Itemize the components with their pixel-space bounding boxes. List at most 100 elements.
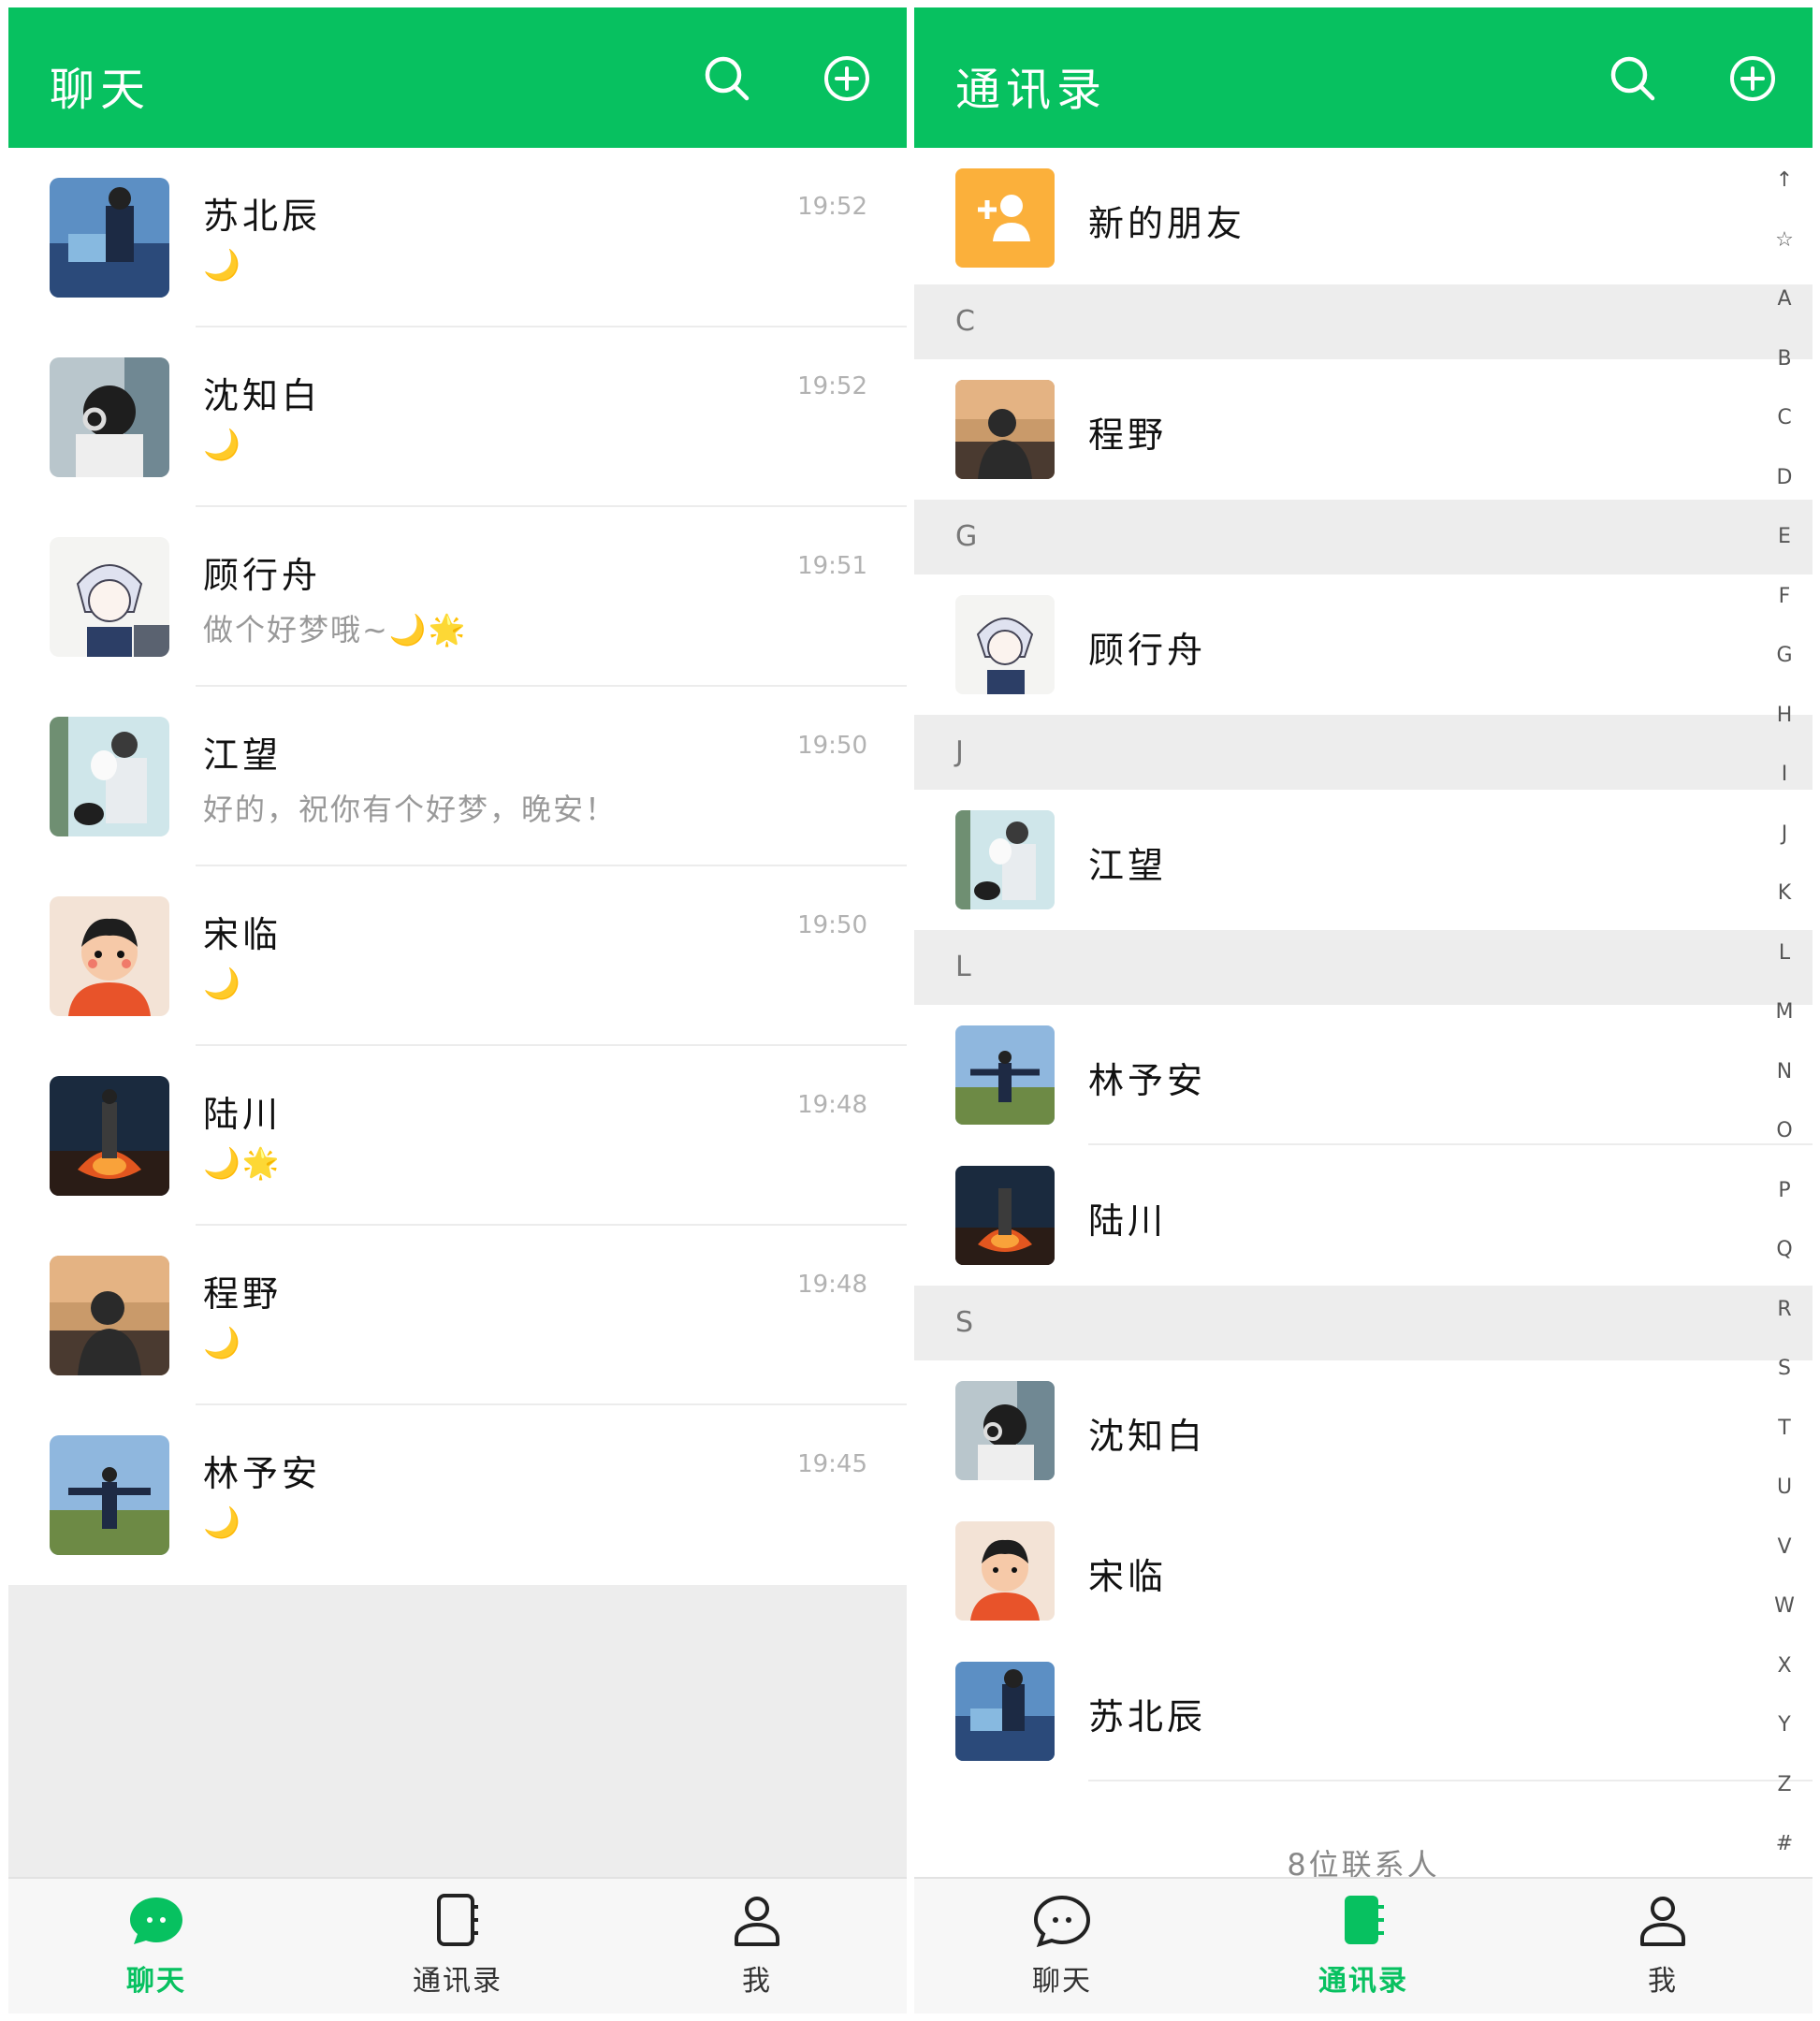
section-letter: C	[955, 305, 975, 338]
contact-item-chengye[interactable]: 程野	[914, 359, 1813, 500]
index-letter[interactable]: O	[1766, 1117, 1803, 1177]
plus-circle-icon[interactable]	[1728, 54, 1777, 103]
bottom-tab-bar: 聊天 通讯录 我	[8, 1877, 907, 2014]
tab-chat[interactable]: 聊天	[968, 1879, 1156, 2014]
index-letter[interactable]: P	[1766, 1177, 1803, 1237]
chat-item-linyuan[interactable]: 林予安 19:45 🌙	[8, 1405, 907, 1585]
index-letter[interactable]: M	[1766, 998, 1803, 1058]
index-letter[interactable]: U	[1766, 1474, 1803, 1534]
contacts-top-bar: 通讯录	[914, 7, 1813, 148]
plus-circle-icon[interactable]	[823, 54, 871, 103]
chat-item-jiangwang[interactable]: 江望 19:50 好的，祝你有个好梦，晚安！	[8, 687, 907, 866]
address-book-icon	[1335, 1890, 1391, 1952]
chat-time: 19:45	[797, 1450, 867, 1478]
chat-time: 19:50	[797, 732, 867, 760]
avatar	[50, 1435, 169, 1555]
chat-preview: 好的，祝你有个好梦，晚安！	[203, 792, 618, 827]
tab-contacts[interactable]: 通讯录	[364, 1879, 551, 2014]
avatar	[955, 595, 1055, 694]
tab-contacts[interactable]: 通讯录	[1270, 1879, 1457, 2014]
chat-name: 顾行舟	[203, 555, 322, 596]
chat-item-chengye[interactable]: 程野 19:48 🌙	[8, 1226, 907, 1405]
contact-item-shenzhibai[interactable]: 沈知白	[914, 1360, 1813, 1501]
contact-item-guxingzhou[interactable]: 顾行舟	[914, 574, 1813, 715]
index-letter[interactable]: Z	[1766, 1771, 1803, 1831]
avatar	[50, 357, 169, 477]
tab-chat[interactable]: 聊天	[63, 1879, 250, 2014]
person-icon	[729, 1890, 785, 1952]
index-letter[interactable]: F	[1766, 583, 1803, 643]
index-letter[interactable]: H	[1766, 702, 1803, 762]
index-letter[interactable]: G	[1766, 642, 1803, 702]
avatar	[50, 1256, 169, 1375]
page-title: 聊天	[50, 64, 152, 116]
index-letter[interactable]: C	[1766, 404, 1803, 464]
contact-item-linyuan[interactable]: 林予安	[914, 1005, 1813, 1145]
index-letter[interactable]: R	[1766, 1296, 1803, 1356]
index-letter[interactable]: K	[1766, 880, 1803, 939]
tab-me[interactable]: 我	[1569, 1879, 1756, 2014]
search-icon[interactable]	[1609, 54, 1657, 103]
index-letter[interactable]: X	[1766, 1652, 1803, 1712]
chat-item-guxingzhou[interactable]: 顾行舟 19:51 做个好梦哦~🌙🌟	[8, 507, 907, 687]
tab-me[interactable]: 我	[663, 1879, 851, 2014]
index-letter[interactable]: W	[1766, 1592, 1803, 1652]
section-letter: G	[955, 520, 978, 553]
contact-item-songlin[interactable]: 宋临	[914, 1501, 1813, 1641]
chat-name: 沈知白	[203, 375, 322, 416]
index-letter[interactable]: I	[1766, 761, 1803, 821]
chat-item-songlin[interactable]: 宋临 19:50 🌙	[8, 866, 907, 1046]
avatar	[50, 1076, 169, 1196]
search-icon[interactable]	[703, 54, 751, 103]
index-letter[interactable]: V	[1766, 1534, 1803, 1593]
index-letter[interactable]: S	[1766, 1355, 1803, 1415]
tab-label: 聊天	[126, 1965, 186, 1998]
section-letter: L	[955, 951, 971, 983]
new-friends-label: 新的朋友	[1088, 203, 1246, 244]
chat-time: 19:48	[797, 1091, 867, 1119]
index-letter[interactable]: N	[1766, 1058, 1803, 1118]
tab-label: 通讯录	[1318, 1965, 1408, 1998]
contact-item-luchuan[interactable]: 陆川	[914, 1145, 1813, 1286]
contact-item-subeichen[interactable]: 苏北辰	[914, 1641, 1813, 1781]
avatar	[955, 1025, 1055, 1125]
chat-item-luchuan[interactable]: 陆川 19:48 🌙🌟	[8, 1046, 907, 1226]
section-header: L	[914, 930, 1813, 1005]
index-letter[interactable]: T	[1766, 1415, 1803, 1475]
index-letter[interactable]: Q	[1766, 1236, 1803, 1296]
chat-list: 苏北辰 19:52 🌙 沈知白 19:52 🌙 顾行舟 19:51 做个好梦哦~…	[8, 148, 907, 1585]
chat-item-shenzhibai[interactable]: 沈知白 19:52 🌙	[8, 327, 907, 507]
add-friend-icon	[955, 168, 1055, 268]
index-letter[interactable]: Y	[1766, 1711, 1803, 1771]
chat-time: 19:52	[797, 193, 867, 221]
index-letter[interactable]: ☆	[1766, 226, 1803, 286]
section-header: J	[914, 715, 1813, 790]
index-letter[interactable]: ↑	[1766, 167, 1803, 226]
contact-name: 程野	[1088, 414, 1168, 456]
chat-preview: 🌙	[203, 247, 242, 283]
index-letter[interactable]: E	[1766, 523, 1803, 583]
chat-preview: 🌙	[203, 966, 242, 1001]
index-letter[interactable]: A	[1766, 285, 1803, 345]
chat-bubble-icon	[128, 1890, 184, 1952]
bottom-tab-bar: 聊天 通讯录 我	[914, 1877, 1813, 2014]
index-letter[interactable]: B	[1766, 345, 1803, 405]
index-letter[interactable]: J	[1766, 821, 1803, 880]
chat-item-subeichen[interactable]: 苏北辰 19:52 🌙	[8, 148, 907, 327]
chat-preview: 做个好梦哦~🌙🌟	[203, 612, 468, 647]
contact-name: 江望	[1088, 845, 1168, 886]
new-friends-item[interactable]: 新的朋友	[914, 148, 1813, 284]
section-header: S	[914, 1286, 1813, 1360]
index-letter[interactable]: D	[1766, 464, 1803, 524]
index-letter[interactable]: L	[1766, 939, 1803, 999]
avatar	[50, 537, 169, 657]
contact-name: 苏北辰	[1088, 1696, 1207, 1737]
contact-item-jiangwang[interactable]: 江望	[914, 790, 1813, 930]
section-header: G	[914, 500, 1813, 574]
alphabet-index-bar[interactable]: ↑ ☆ A B C D E F G H I J K L M N O P Q R …	[1766, 167, 1803, 1890]
chat-preview: 🌙	[203, 427, 242, 462]
contacts-list: 新的朋友 C 程野 G 顾行舟 J 江望 L 林予安 陆川 S 沈知白 宋临 苏…	[914, 148, 1813, 1883]
tab-label: 聊天	[1032, 1965, 1092, 1998]
chat-time: 19:50	[797, 911, 867, 939]
contacts-panel: 通讯录 新的朋友 C 程野 G 顾行舟 J 江望 L 林予安 陆川 S 沈知白 …	[914, 7, 1813, 2014]
